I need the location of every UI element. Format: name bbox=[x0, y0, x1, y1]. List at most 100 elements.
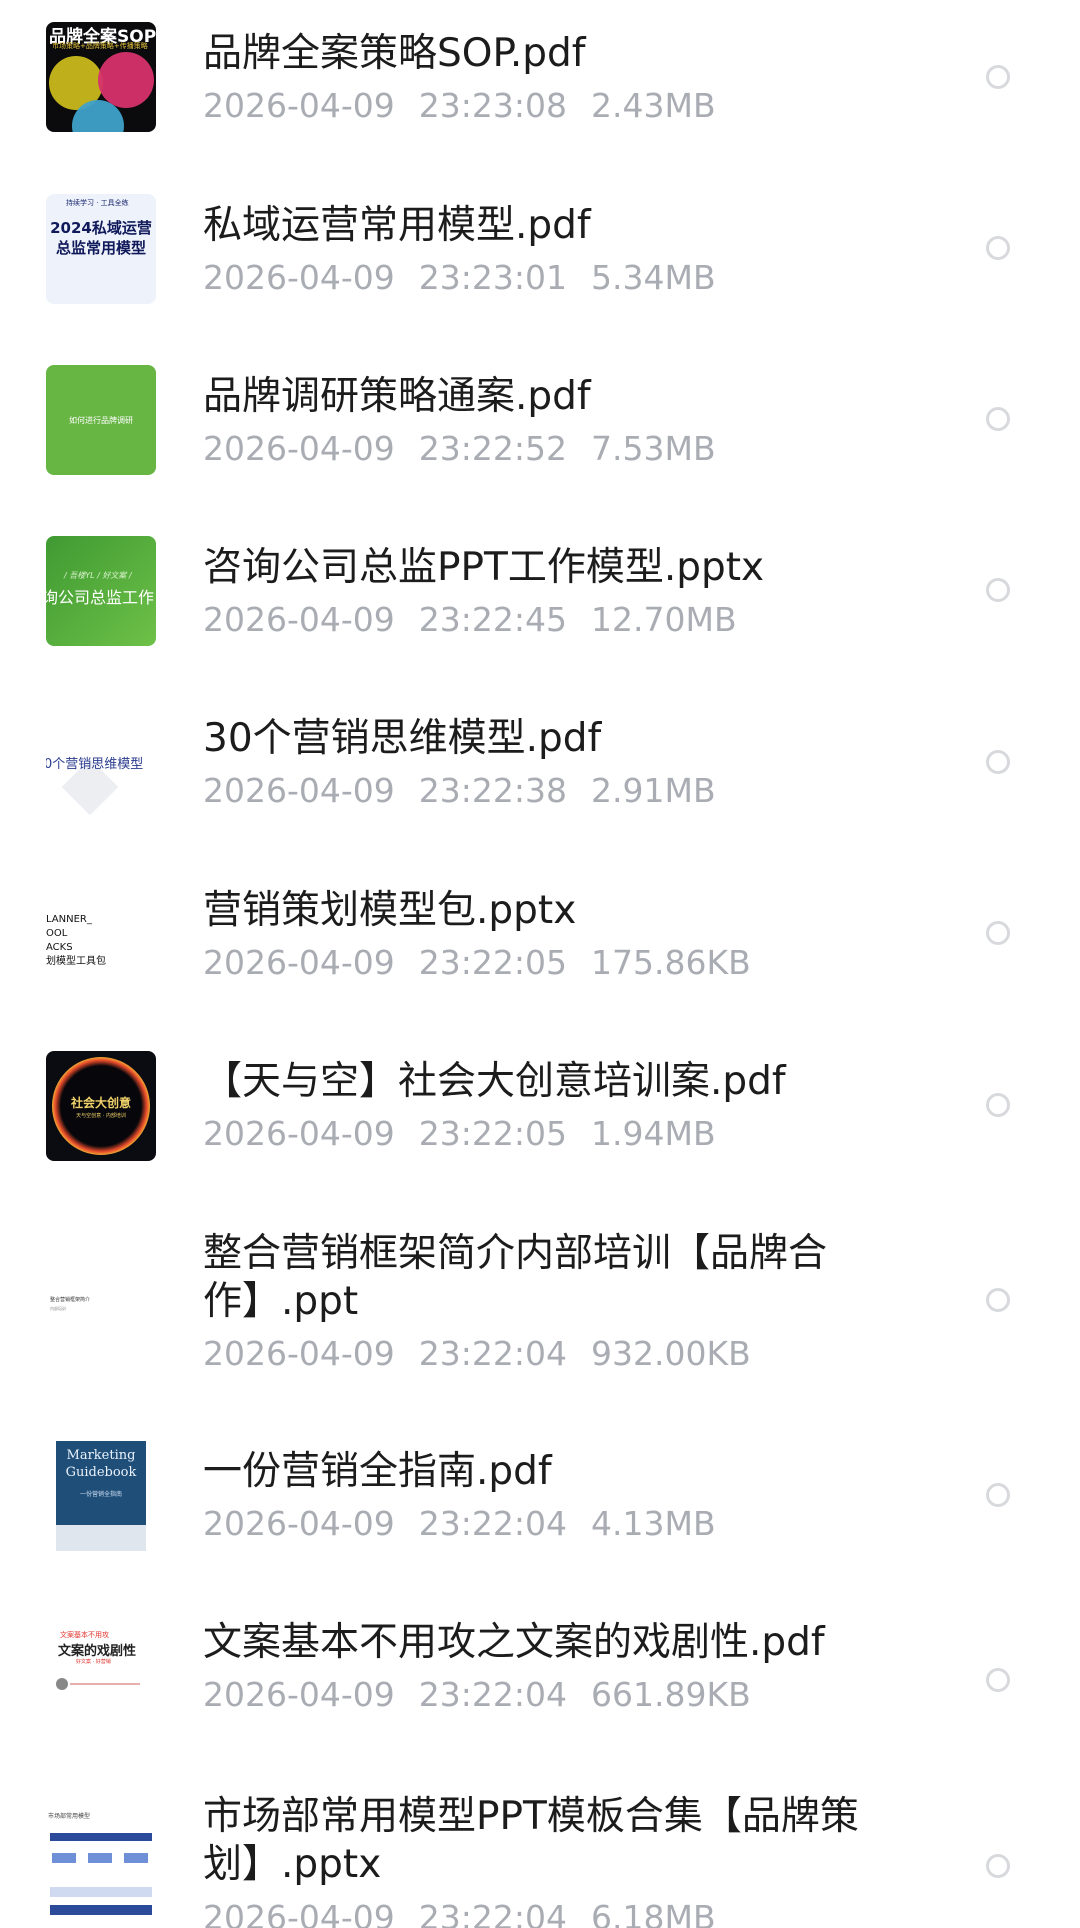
thumbnail-text: 询公司总监工作 bbox=[46, 588, 155, 607]
thumbnail-band bbox=[56, 1525, 146, 1551]
file-time: 23:22:05 bbox=[418, 943, 567, 982]
file-thumbnail: 持续学习 · 工具全练 2024私域运营总监常用模型 bbox=[46, 194, 156, 304]
file-thumbnail: 市场部常用模型 bbox=[46, 1809, 156, 1928]
file-name: 咨询公司总监PPT工作模型.pptx bbox=[203, 545, 765, 590]
file-row[interactable]: 品牌全案SOP 市场策略+品牌策略+传播策略 品牌全案策略SOP.pdf 202… bbox=[0, 0, 1080, 172]
thumbnail-text: 持续学习 · 工具全练 bbox=[66, 199, 129, 207]
file-name: 文案基本不用攻之文案的戏剧性.pdf bbox=[203, 1620, 825, 1665]
thumbnail-text: 0个营销思维模型 bbox=[46, 757, 144, 772]
file-meta: 2026-04-09 23:22:04 6.18MB bbox=[203, 1898, 740, 1928]
file-row[interactable]: 文案基本不用攻 文案的戏剧性 好文案 · 好营销 文案基本不用攻之文案的戏剧性.… bbox=[0, 1589, 1080, 1760]
file-time: 23:22:04 bbox=[418, 1504, 567, 1543]
select-radio[interactable] bbox=[986, 1668, 1010, 1692]
file-name: 整合营销框架简介内部培训【品牌合作】.ppt bbox=[203, 1231, 828, 1324]
file-time: 23:22:05 bbox=[418, 1114, 567, 1153]
select-radio[interactable] bbox=[986, 236, 1010, 260]
file-name: 私域运营常用模型.pdf bbox=[203, 203, 591, 248]
thumbnail-box bbox=[124, 1853, 148, 1863]
thumbnail-text: 好文案 · 好营销 bbox=[76, 1659, 111, 1665]
file-name: 营销策划模型包.pptx bbox=[203, 888, 577, 933]
file-date: 2026-04-09 bbox=[203, 1898, 395, 1928]
thumbnail-cover: Marketing Guidebook 一份营销全指南 bbox=[56, 1441, 146, 1551]
file-thumbnail: 如何进行品牌调研 bbox=[46, 365, 156, 475]
file-row[interactable]: 整合营销框架简介 内部培训 整合营销框架简介内部培训【品牌合作】.ppt 202… bbox=[0, 1199, 1080, 1418]
file-meta: 2026-04-09 23:22:52 7.53MB bbox=[203, 429, 740, 469]
file-date: 2026-04-09 bbox=[203, 943, 395, 982]
file-size: 2.43MB bbox=[591, 86, 716, 125]
file-row[interactable]: Marketing Guidebook 一份营销全指南 一份营销全指南.pdf … bbox=[0, 1418, 1080, 1589]
file-thumbnail: LANNER_ OOL ACKS 划模型工具包 bbox=[46, 879, 156, 989]
file-size: 2.91MB bbox=[591, 771, 716, 810]
select-radio[interactable] bbox=[986, 921, 1010, 945]
file-thumbnail: / 吾楼YL / 好文案 / 询公司总监工作 bbox=[46, 536, 156, 646]
file-size: 7.53MB bbox=[591, 429, 716, 468]
file-row[interactable]: 市场部常用模型 市场部常用模型PPT模板合集【品牌策划】.pptx 2026-0… bbox=[0, 1760, 1080, 1928]
file-meta: 2026-04-09 23:23:01 5.34MB bbox=[203, 258, 740, 298]
file-meta: 2026-04-09 23:22:05 175.86KB bbox=[203, 943, 775, 983]
file-thumbnail: 品牌全案SOP 市场策略+品牌策略+传播策略 bbox=[46, 22, 156, 132]
file-row[interactable]: / 吾楼YL / 好文案 / 询公司总监工作 咨询公司总监PPT工作模型.ppt… bbox=[0, 514, 1080, 685]
thumbnail-text: 文案的戏剧性 bbox=[58, 1644, 137, 1659]
file-size: 12.70MB bbox=[591, 600, 737, 639]
file-size: 932.00KB bbox=[591, 1334, 751, 1373]
file-time: 23:22:45 bbox=[418, 600, 567, 639]
file-row[interactable]: 社会大创意 天与空创意 · 内部培训 【天与空】社会大创意培训案.pdf 202… bbox=[0, 1028, 1080, 1199]
thumbnail-box bbox=[52, 1853, 76, 1863]
thumbnail-text: 社会大创意 bbox=[70, 1096, 131, 1110]
file-meta: 2026-04-09 23:22:04 4.13MB bbox=[203, 1504, 740, 1544]
file-date: 2026-04-09 bbox=[203, 1334, 395, 1373]
file-name: 一份营销全指南.pdf bbox=[203, 1449, 552, 1494]
file-time: 23:22:04 bbox=[418, 1898, 567, 1928]
file-meta: 2026-04-09 23:22:05 1.94MB bbox=[203, 1114, 740, 1154]
file-thumbnail: 整合营销框架简介 内部培训 bbox=[46, 1246, 156, 1356]
file-time: 23:22:04 bbox=[418, 1334, 567, 1373]
file-time: 23:23:01 bbox=[418, 258, 567, 297]
file-date: 2026-04-09 bbox=[203, 600, 395, 639]
file-size: 5.34MB bbox=[591, 258, 716, 297]
select-radio[interactable] bbox=[986, 1854, 1010, 1878]
thumbnail-text: 2024私域运营总监常用模型 bbox=[50, 219, 152, 257]
select-radio[interactable] bbox=[986, 1483, 1010, 1507]
select-radio[interactable] bbox=[986, 578, 1010, 602]
file-name: 品牌全案策略SOP.pdf bbox=[203, 31, 586, 76]
file-date: 2026-04-09 bbox=[203, 1114, 395, 1153]
file-date: 2026-04-09 bbox=[203, 429, 395, 468]
select-radio[interactable] bbox=[986, 1093, 1010, 1117]
file-name: 30个营销思维模型.pdf bbox=[203, 716, 602, 761]
file-date: 2026-04-09 bbox=[203, 771, 395, 810]
thumbnail-dot bbox=[56, 1678, 68, 1690]
select-radio[interactable] bbox=[986, 65, 1010, 89]
file-name: 市场部常用模型PPT模板合集【品牌策划】.pptx bbox=[203, 1794, 859, 1887]
thumbnail-line bbox=[70, 1683, 140, 1685]
select-radio[interactable] bbox=[986, 750, 1010, 774]
thumbnail-text: 一份营销全指南 bbox=[79, 1491, 122, 1498]
file-row[interactable]: 0个营销思维模型 30个营销思维模型.pdf 2026-04-09 23:22:3… bbox=[0, 685, 1080, 857]
file-date: 2026-04-09 bbox=[203, 1504, 395, 1543]
thumbnail-text: 市场部常用模型 bbox=[48, 1813, 91, 1820]
select-radio[interactable] bbox=[986, 407, 1010, 431]
file-row[interactable]: LANNER_ OOL ACKS 划模型工具包 营销策划模型包.pptx 202… bbox=[0, 857, 1080, 1028]
thumbnail-text: 文案基本不用攻 bbox=[60, 1631, 109, 1639]
file-list: 品牌全案SOP 市场策略+品牌策略+传播策略 品牌全案策略SOP.pdf 202… bbox=[0, 0, 1080, 1928]
file-date: 2026-04-09 bbox=[203, 86, 395, 125]
thumbnail-box bbox=[88, 1853, 112, 1863]
thumbnail-text: Marketing Guidebook bbox=[65, 1448, 137, 1480]
thumbnail-text: 如何进行品牌调研 bbox=[69, 416, 133, 425]
select-radio[interactable] bbox=[986, 1288, 1010, 1312]
thumbnail-bar bbox=[50, 1905, 152, 1915]
file-size: 175.86KB bbox=[591, 943, 751, 982]
file-size: 6.18MB bbox=[591, 1898, 716, 1928]
file-thumbnail: 社会大创意 天与空创意 · 内部培训 bbox=[46, 1051, 156, 1161]
file-meta: 2026-04-09 23:22:04 932.00KB bbox=[203, 1334, 775, 1374]
thumbnail-text: 市场策略+品牌策略+传播策略 bbox=[52, 42, 148, 50]
file-time: 23:22:04 bbox=[418, 1675, 567, 1714]
file-row[interactable]: 如何进行品牌调研 品牌调研策略通案.pdf 2026-04-09 23:22:52… bbox=[0, 343, 1080, 514]
thumbnail-bar bbox=[50, 1887, 152, 1897]
thumbnail-circle bbox=[98, 52, 154, 108]
file-time: 23:23:08 bbox=[418, 86, 567, 125]
file-size: 661.89KB bbox=[591, 1675, 751, 1714]
file-meta: 2026-04-09 23:23:08 2.43MB bbox=[203, 86, 740, 126]
file-meta: 2026-04-09 23:22:45 12.70MB bbox=[203, 600, 761, 640]
file-row[interactable]: 持续学习 · 工具全练 2024私域运营总监常用模型 私域运营常用模型.pdf … bbox=[0, 172, 1080, 343]
file-time: 23:22:38 bbox=[418, 771, 567, 810]
